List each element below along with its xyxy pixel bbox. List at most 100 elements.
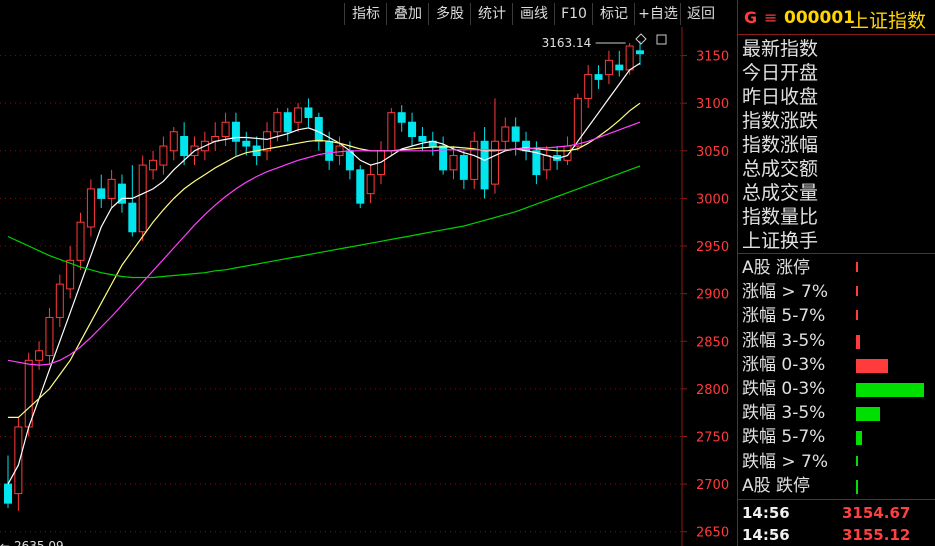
distribution-bar (856, 431, 862, 446)
distribution-label: 跌幅 3-5% (742, 403, 826, 424)
candle-body[interactable] (35, 350, 44, 361)
candle-body[interactable] (418, 136, 427, 142)
candle-body[interactable] (55, 283, 64, 318)
candle-body[interactable] (501, 126, 510, 142)
candle-body[interactable] (615, 64, 624, 71)
candle-body[interactable] (159, 145, 168, 166)
candle-body[interactable] (283, 112, 292, 133)
tick-price: 3154.67 (842, 504, 911, 522)
y-tick-label: 3050 (696, 145, 729, 160)
distribution-bar (856, 358, 888, 373)
candle-body[interactable] (45, 316, 54, 357)
divider (738, 253, 935, 254)
candle-body[interactable] (604, 59, 613, 76)
candle-body[interactable] (325, 140, 334, 161)
candle-body[interactable] (584, 74, 593, 99)
distribution-label: 跌幅 0-3% (742, 379, 826, 399)
toolbar-button[interactable]: 指标 (344, 3, 387, 25)
candle-body[interactable] (4, 483, 12, 504)
y-tick-label: 2750 (696, 430, 729, 445)
candle-body[interactable] (314, 116, 323, 142)
candle-body[interactable] (387, 112, 396, 152)
distribution-bar (856, 286, 858, 297)
toolbar-button[interactable]: 标记 (592, 3, 635, 25)
toolbar-button[interactable]: +自选 (634, 3, 681, 25)
window-icon[interactable] (656, 34, 667, 45)
candle-body[interactable] (366, 174, 375, 195)
candle-body[interactable] (273, 112, 282, 133)
candle-body[interactable] (86, 188, 95, 228)
divider (738, 499, 935, 500)
candle-body[interactable] (221, 121, 230, 138)
menu-icon[interactable]: ≡ (764, 8, 777, 27)
candle-body[interactable] (542, 155, 551, 171)
toolbar-button[interactable]: F10 (554, 3, 593, 25)
candle-body[interactable] (97, 188, 106, 199)
y-tick-label: 3000 (696, 192, 729, 207)
distribution-label: 跌幅 > 7% (742, 451, 829, 472)
kline-chart[interactable]: 2650 2700 2750 2800 2850 2900 2950 3000 3050 3100… (0, 27, 737, 546)
quote-field-label: 昨日收盘 (742, 86, 819, 108)
ma-line (7, 165, 641, 279)
toolbar-button[interactable]: 画线 (512, 3, 555, 25)
quote-field-label: 最新指数 (742, 38, 819, 60)
quote-field-label: 今日开盘 (742, 62, 819, 84)
high-label: 3163.14 (542, 36, 592, 50)
quote-panel: G ≡ 000001 上证指数 最新指数 今日开盘 昨日收盘 指数涨跌 指数涨幅 总成交额… (737, 0, 935, 546)
stock-name: 上证指数 (850, 10, 927, 32)
chart-svg[interactable]: 2650 2700 2750 2800 2850 2900 2950 3000 3050 3100… (0, 27, 737, 546)
toolbar: 指标 叠加 多股 统计 画线 F10 标记 +自选 返回 (0, 0, 735, 27)
candle-body[interactable] (14, 426, 23, 495)
candle-body[interactable] (180, 136, 189, 157)
distribution-label: 涨幅 3-5% (742, 330, 826, 351)
candle-body[interactable] (138, 164, 147, 233)
candle-body[interactable] (397, 112, 406, 123)
toolbar-button[interactable]: 返回 (680, 3, 721, 25)
quote-field-label: 上证换手 (742, 230, 819, 252)
distribution-bar (856, 479, 859, 494)
y-tick-label: 2900 (696, 288, 729, 303)
toolbar-button[interactable]: 叠加 (386, 3, 429, 25)
candle-body[interactable] (24, 359, 33, 428)
distribution-bar (856, 310, 858, 321)
candle-body[interactable] (532, 150, 541, 176)
candle-body[interactable] (594, 74, 603, 80)
distribution-label: 涨幅 0-3% (742, 354, 826, 375)
tick-price: 3155.12 (842, 526, 911, 544)
distribution-bar (856, 407, 880, 422)
candle-body[interactable] (470, 140, 479, 180)
candle-body[interactable] (128, 202, 137, 233)
distribution-label: A股 涨停 (742, 258, 811, 278)
quote-field-label: 指数涨幅 (742, 134, 819, 156)
distribution-bar (856, 262, 858, 272)
candle-body[interactable] (480, 140, 489, 190)
candle-body[interactable] (304, 107, 313, 118)
ma-line (7, 62, 641, 485)
candle-body[interactable] (294, 107, 303, 123)
toolbar-button[interactable]: 统计 (470, 3, 513, 25)
toolbar-button[interactable]: 多股 (428, 3, 471, 25)
stock-code: 000001 (784, 8, 855, 28)
candle-body[interactable] (169, 131, 178, 152)
candle-body[interactable] (511, 126, 520, 142)
candle-body[interactable] (242, 140, 251, 147)
candle-body[interactable] (459, 155, 468, 180)
distribution-label: 跌幅 5-7% (742, 427, 826, 448)
candle-body[interactable] (107, 178, 116, 199)
distribution-bar (856, 383, 924, 397)
stock-header: G ≡ 000001 上证指数 (738, 0, 935, 35)
candle-body[interactable] (636, 50, 644, 55)
candle-body[interactable] (76, 221, 85, 261)
group-marker[interactable]: G (744, 8, 757, 27)
candle-body[interactable] (335, 145, 344, 157)
candle-body[interactable] (490, 140, 499, 185)
candle-body[interactable] (408, 121, 417, 138)
tick-time: 14:56 (742, 526, 790, 544)
y-tick-label: 2850 (696, 335, 729, 350)
candle-body[interactable] (356, 169, 365, 204)
candle-body[interactable] (625, 45, 634, 71)
candle-body[interactable] (149, 159, 158, 171)
y-tick-label: 2700 (696, 478, 729, 493)
diamond-icon[interactable] (635, 33, 647, 45)
candle-body[interactable] (449, 155, 458, 171)
